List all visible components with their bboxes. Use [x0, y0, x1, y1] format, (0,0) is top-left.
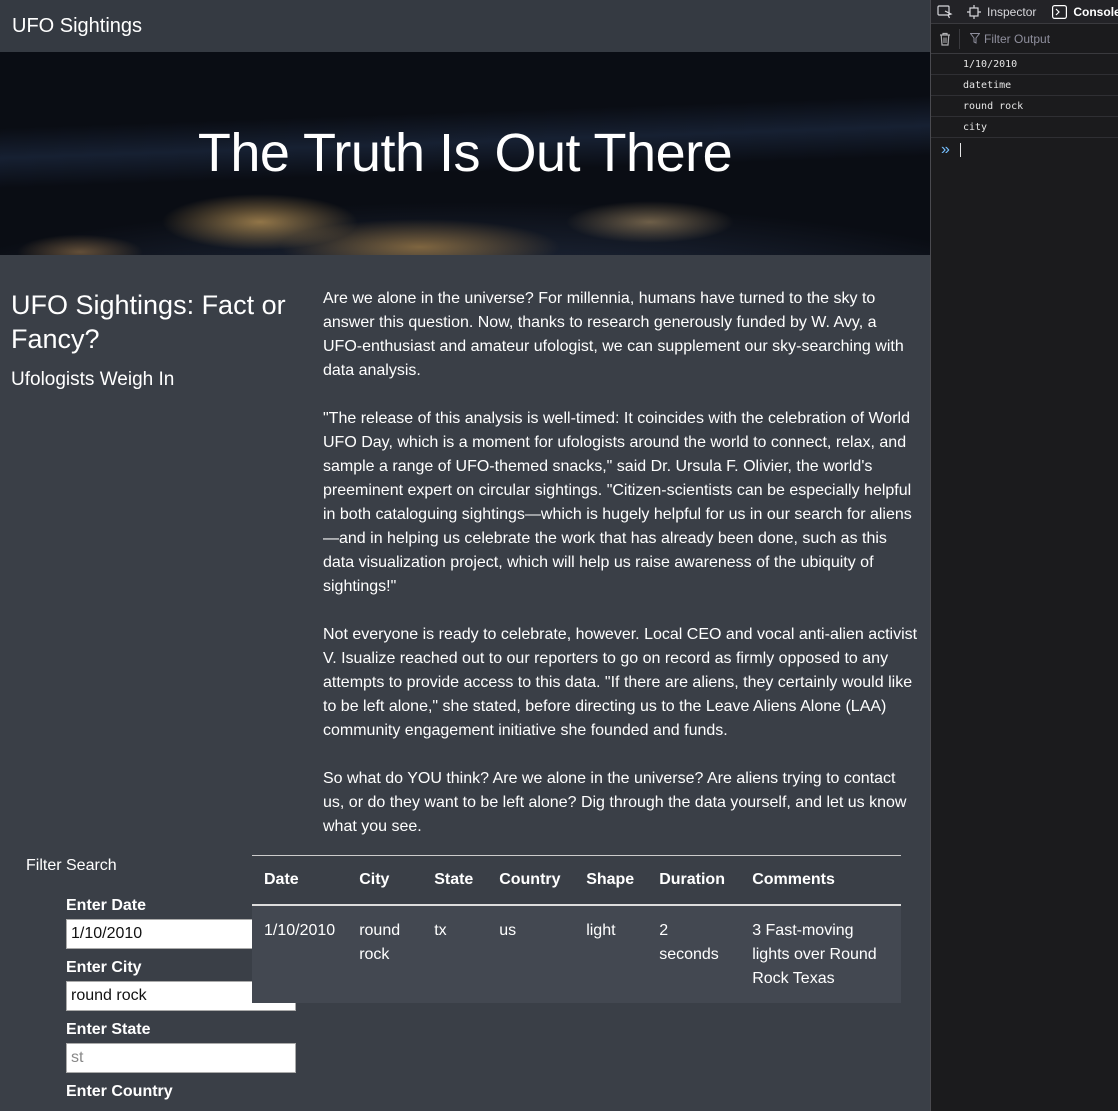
- table-header-row: Date City State Country Shape Duration C…: [252, 855, 901, 906]
- navbar-brand[interactable]: UFO Sightings: [12, 15, 142, 38]
- element-picker-icon: [937, 4, 953, 18]
- console-message: city: [931, 117, 1118, 138]
- article: Are we alone in the universe? For millen…: [323, 287, 918, 863]
- state-input[interactable]: [66, 1043, 296, 1073]
- ufo-table-container: Date City State Country Shape Duration C…: [252, 855, 901, 1003]
- filter-state: Enter State: [66, 1019, 306, 1073]
- column-header-city: City: [347, 855, 423, 906]
- tab-console[interactable]: Console: [1044, 0, 1118, 24]
- column-header-duration: Duration: [647, 855, 741, 906]
- navbar: UFO Sightings: [0, 0, 930, 52]
- sidebar-heading: UFO Sightings: Fact or Fancy? Ufologists…: [11, 288, 301, 391]
- article-paragraph: Are we alone in the universe? For millen…: [323, 290, 904, 379]
- console-icon: [1052, 4, 1068, 19]
- column-header-shape: Shape: [574, 855, 648, 906]
- clear-console-button[interactable]: [931, 32, 959, 46]
- hero-banner: The Truth Is Out There: [0, 52, 930, 255]
- cell-city: round rock: [347, 905, 423, 1003]
- cell-date: 1/10/2010: [252, 905, 348, 1003]
- filter-country: Enter Country: [66, 1081, 306, 1105]
- table-row: 1/10/2010 round rock tx us light 2 secon…: [252, 905, 901, 1003]
- devtools-tabbar: Inspector Console: [931, 0, 1118, 24]
- tab-console-label: Console: [1073, 4, 1118, 19]
- article-paragraph: "The release of this analysis is well-ti…: [323, 410, 912, 595]
- tab-inspector-label: Inspector: [987, 4, 1037, 19]
- page-subtitle: Ufologists Weigh In: [11, 369, 175, 390]
- hero-title: The Truth Is Out There: [197, 123, 733, 183]
- cell-duration: 2 seconds: [647, 905, 741, 1003]
- element-picker-button[interactable]: [931, 0, 959, 24]
- console-input[interactable]: »: [931, 138, 1118, 162]
- console-message: datetime: [931, 75, 1118, 96]
- page-title: UFO Sightings: Fact or Fancy?: [11, 290, 286, 354]
- cell-country: us: [487, 905, 575, 1003]
- column-header-date: Date: [252, 855, 348, 906]
- tab-inspector[interactable]: Inspector: [959, 0, 1044, 24]
- cell-shape: light: [574, 905, 648, 1003]
- console-message: 1/10/2010: [931, 54, 1118, 75]
- console-message: round rock: [931, 96, 1118, 117]
- ufo-table: Date City State Country Shape Duration C…: [252, 855, 901, 1003]
- console-log: 1/10/2010 datetime round rock city: [931, 54, 1118, 138]
- state-label: Enter State: [66, 1021, 151, 1038]
- cell-state: tx: [422, 905, 488, 1003]
- column-header-country: Country: [487, 855, 575, 906]
- prompt-chevron-icon: »: [941, 141, 950, 158]
- article-paragraph: So what do YOU think? Are we alone in th…: [323, 770, 907, 835]
- filter-output-input[interactable]: Filter Output: [959, 28, 1051, 49]
- devtools-panel: Inspector Console Filter Output 1/10/201…: [930, 0, 1118, 1111]
- console-toolbar: Filter Output: [931, 24, 1118, 54]
- column-header-state: State: [422, 855, 488, 906]
- column-header-comments: Comments: [740, 855, 901, 906]
- cell-comments: 3 Fast-moving lights over Round Rock Tex…: [740, 905, 901, 1003]
- country-label: Enter Country: [66, 1083, 173, 1100]
- filter-output-placeholder: Filter Output: [984, 31, 1051, 46]
- article-paragraph: Not everyone is ready to celebrate, howe…: [323, 626, 918, 739]
- filter-icon: [970, 33, 980, 44]
- webpage: UFO Sightings The Truth Is Out There UFO…: [0, 0, 930, 1111]
- text-caret: [959, 143, 961, 157]
- inspector-icon: [967, 4, 981, 19]
- trash-icon: [940, 32, 950, 46]
